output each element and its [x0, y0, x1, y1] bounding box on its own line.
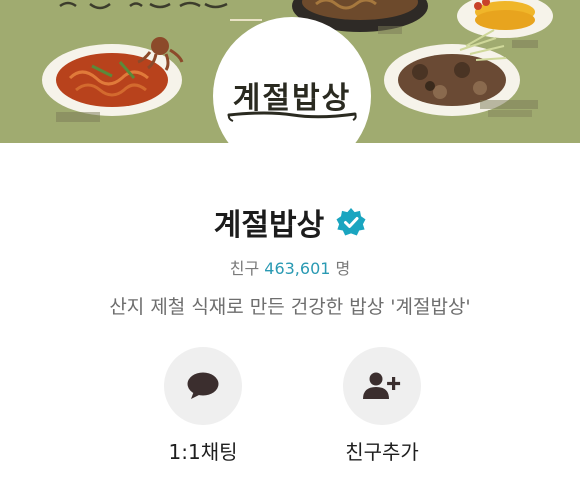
add-friend-button[interactable]: 친구추가	[322, 347, 442, 465]
channel-name-row: 계절밥상	[0, 200, 580, 244]
chat-button-label: 1:1채팅	[168, 440, 238, 464]
profile-logo[interactable]: 계절밥상	[213, 17, 371, 175]
channel-name: 계절밥상	[213, 208, 325, 243]
friends-label: 친구	[229, 259, 260, 278]
friends-count: 463,601	[264, 259, 331, 278]
logo-brush-underline	[227, 111, 357, 122]
add-person-icon	[363, 372, 401, 399]
channel-profile-page: 계절밥상 계절밥상 친구 463,601 명 산지 제철 식재로 만든 건강한 …	[0, 0, 580, 484]
chat-button[interactable]: 1:1채팅	[143, 347, 263, 465]
add-friend-button-label: 친구추가	[345, 440, 419, 464]
friends-unit: 명	[335, 259, 351, 278]
friends-count-row: 친구 463,601 명	[0, 255, 580, 279]
channel-description: 산지 제철 식재로 만든 건강한 밥상 '계절밥상'	[109, 296, 471, 318]
add-friend-button-circle[interactable]	[343, 347, 421, 425]
chat-button-circle[interactable]	[164, 347, 242, 425]
verified-badge-icon	[336, 208, 366, 236]
speech-bubble-icon	[187, 372, 219, 399]
